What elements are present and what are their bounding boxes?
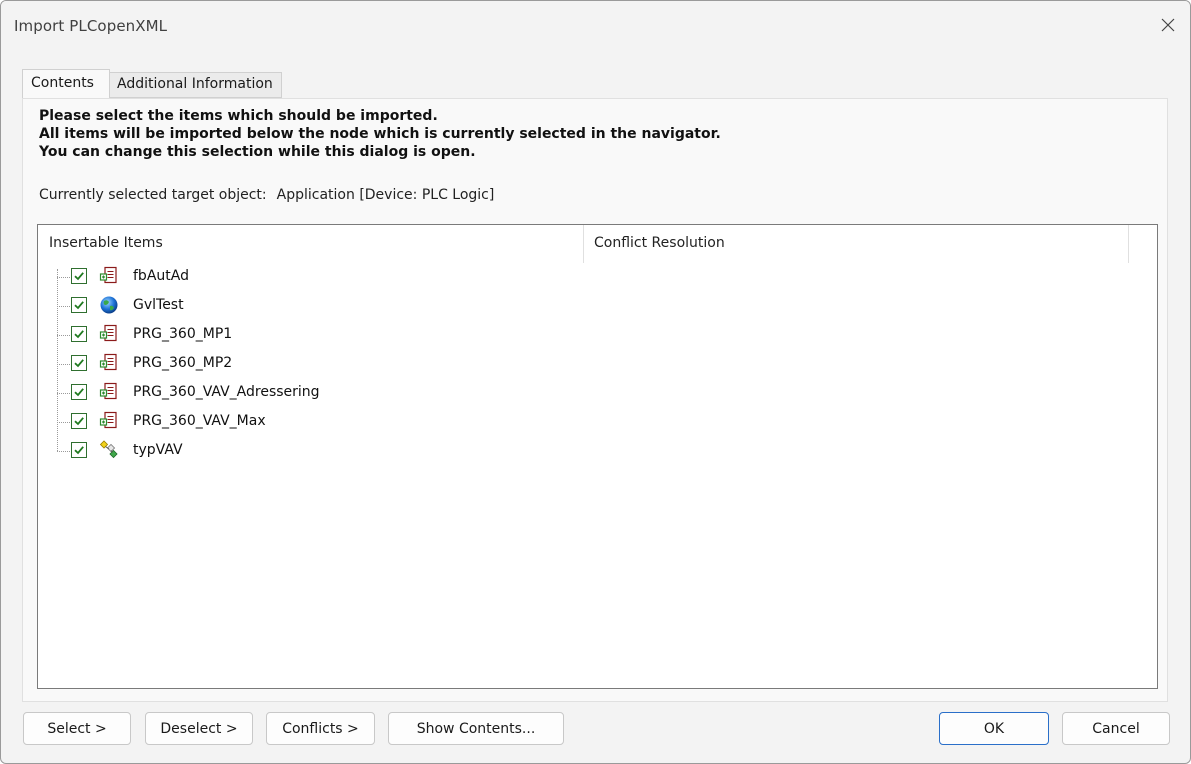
pou-icon xyxy=(99,353,117,371)
item-label: PRG_360_MP2 xyxy=(133,355,233,371)
checkmark-icon xyxy=(74,330,84,339)
tree-item[interactable]: PRG_360_VAV_Max xyxy=(38,408,578,437)
item-label: GvlTest xyxy=(133,297,184,313)
instruction-line-2: All items will be imported below the nod… xyxy=(39,126,721,142)
tree-item[interactable]: typVAV xyxy=(38,437,578,466)
column-header-insertable-items[interactable]: Insertable Items xyxy=(38,225,584,263)
item-label: fbAutAd xyxy=(133,268,189,284)
close-button[interactable] xyxy=(1154,11,1182,39)
ok-button[interactable]: OK xyxy=(939,712,1049,745)
tree-branch xyxy=(57,451,70,452)
checkmark-icon xyxy=(74,272,84,281)
item-label: PRG_360_MP1 xyxy=(133,326,233,342)
item-checkbox[interactable] xyxy=(71,355,87,371)
target-object-line: Currently selected target object: Applica… xyxy=(39,187,494,203)
checkmark-icon xyxy=(74,417,84,426)
show-contents-button[interactable]: Show Contents... xyxy=(388,712,564,745)
instruction-line-3: You can change this selection while this… xyxy=(39,144,476,160)
item-checkbox[interactable] xyxy=(71,326,87,342)
dut-icon xyxy=(99,440,118,459)
checkmark-icon xyxy=(74,301,84,310)
insertable-items-list[interactable]: Insertable Items Conflict Resolution fbA… xyxy=(37,224,1158,689)
tree-branch xyxy=(57,393,70,394)
pou-icon xyxy=(99,266,117,284)
instructions: Please select the items which should be … xyxy=(39,107,721,161)
item-checkbox[interactable] xyxy=(71,442,87,458)
tree-branch xyxy=(57,364,70,365)
item-checkbox[interactable] xyxy=(71,268,87,284)
tab-contents[interactable]: Contents xyxy=(22,69,110,99)
globe-icon xyxy=(100,296,118,314)
tree-item[interactable]: PRG_360_MP1 xyxy=(38,321,578,350)
tree-item[interactable]: PRG_360_VAV_Adressering xyxy=(38,379,578,408)
select-button[interactable]: Select > xyxy=(23,712,131,745)
checkmark-icon xyxy=(74,446,84,455)
title-bar: Import PLCopenXML xyxy=(1,1,1190,53)
tree-branch xyxy=(57,277,70,278)
tree-item[interactable]: PRG_360_MP2 xyxy=(38,350,578,379)
tree-item[interactable]: GvlTest xyxy=(38,292,578,321)
dialog-title: Import PLCopenXML xyxy=(14,17,168,35)
instruction-line-1: Please select the items which should be … xyxy=(39,108,438,124)
item-checkbox[interactable] xyxy=(71,297,87,313)
item-label: typVAV xyxy=(133,442,183,458)
item-label: PRG_360_VAV_Max xyxy=(133,413,266,429)
tree-branch xyxy=(57,306,70,307)
close-icon xyxy=(1161,18,1175,32)
item-checkbox[interactable] xyxy=(71,413,87,429)
column-header-conflict-resolution[interactable]: Conflict Resolution xyxy=(584,225,1129,263)
checkmark-icon xyxy=(74,359,84,368)
tab-additional-information[interactable]: Additional Information xyxy=(110,72,282,98)
contents-panel: Please select the items which should be … xyxy=(22,98,1168,702)
tree-item[interactable]: fbAutAd xyxy=(38,263,578,292)
pou-icon xyxy=(99,324,117,342)
target-object-label: Currently selected target object: xyxy=(39,187,267,203)
tree-branch xyxy=(57,422,70,423)
target-object-value: Application [Device: PLC Logic] xyxy=(276,187,495,203)
conflicts-button[interactable]: Conflicts > xyxy=(266,712,375,745)
tree-branch xyxy=(57,335,70,336)
button-bar: Select > Deselect > Conflicts > Show Con… xyxy=(1,712,1190,746)
pou-icon xyxy=(99,382,117,400)
import-dialog: Import PLCopenXML Contents Additional In… xyxy=(0,0,1191,764)
cancel-button[interactable]: Cancel xyxy=(1062,712,1170,745)
item-label: PRG_360_VAV_Adressering xyxy=(133,384,320,400)
item-checkbox[interactable] xyxy=(71,384,87,400)
deselect-button[interactable]: Deselect > xyxy=(145,712,253,745)
pou-icon xyxy=(99,411,117,429)
checkmark-icon xyxy=(74,388,84,397)
